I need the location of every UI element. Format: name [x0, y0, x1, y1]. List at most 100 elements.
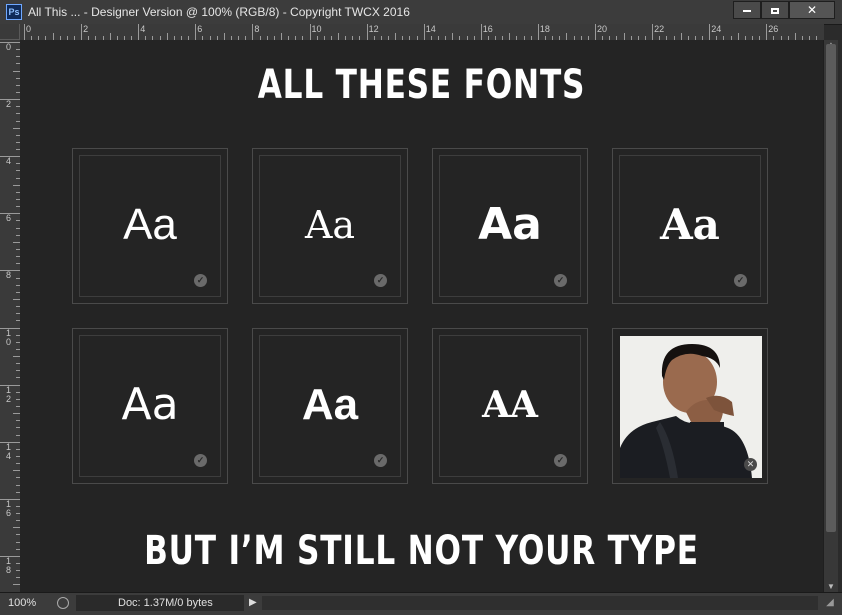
minimize-button[interactable]: [733, 1, 761, 19]
ruler-label: 10: [311, 24, 322, 34]
ruler-tick: [0, 555, 20, 557]
scroll-down-icon[interactable]: ▼: [824, 582, 838, 592]
font-card-3[interactable]: Aa ✓: [432, 148, 588, 304]
check-icon: ✓: [734, 274, 747, 287]
ruler-tick: [109, 33, 111, 40]
ruler-tick: [13, 241, 20, 243]
maximize-button[interactable]: [761, 1, 789, 19]
ruler-tick: [13, 584, 20, 586]
resize-grip-icon[interactable]: ◢: [823, 596, 837, 610]
check-icon: ✓: [554, 274, 567, 287]
ruler-label: 14: [425, 24, 436, 34]
ruler-tick: [309, 24, 311, 40]
ruler-tick: [623, 33, 625, 40]
ruler-tick: [280, 33, 282, 40]
ruler-tick: [252, 24, 254, 40]
vertical-scrollbar[interactable]: ▲ ▼: [823, 40, 838, 592]
ruler-label: 2: [83, 24, 89, 34]
ruler-label: 1 4: [6, 441, 12, 461]
close-icon[interactable]: ✕: [744, 458, 757, 471]
vertical-ruler[interactable]: 0 2 4 6 8 1 0 1 2 1 4 1 6 1 8: [0, 40, 21, 592]
horizontal-scrollbar[interactable]: [262, 596, 818, 610]
ruler-tick: [737, 33, 739, 40]
status-menu-arrow-icon[interactable]: ▶: [249, 596, 259, 610]
ruler-tick: [652, 24, 654, 40]
photo-card[interactable]: ✕: [612, 328, 768, 484]
ruler-label: 8: [254, 24, 260, 34]
check-icon: ✓: [194, 274, 207, 287]
ruler-label: 24: [711, 24, 722, 34]
ruler-tick: [366, 24, 368, 40]
ruler-tick: [13, 527, 20, 529]
ruler-tick: [0, 327, 20, 329]
ruler-origin[interactable]: [0, 24, 20, 40]
ruler-label: 0: [6, 42, 12, 52]
font-card-1[interactable]: Aa ✓: [72, 148, 228, 304]
scrollbar-thumb[interactable]: [826, 44, 836, 532]
ruler-tick: [0, 270, 20, 272]
font-card-5[interactable]: Aa ✓: [72, 328, 228, 484]
font-sample: Aa: [660, 200, 720, 249]
window-title: All This ... - Designer Version @ 100% (…: [28, 5, 410, 19]
ruler-tick: [709, 24, 711, 40]
font-sample: AA: [482, 384, 538, 426]
ruler-tick: [0, 384, 20, 386]
ruler-tick: [13, 298, 20, 300]
ruler-tick: [680, 33, 682, 40]
ruler-tick: [0, 441, 20, 443]
font-sample: Aa: [123, 200, 177, 249]
font-card-7[interactable]: AA ✓: [432, 328, 588, 484]
ruler-tick: [480, 24, 482, 40]
ruler-label: 18: [539, 24, 550, 34]
check-icon: ✓: [374, 274, 387, 287]
man-covering-mouth-photo: [620, 336, 762, 478]
ruler-label: 4: [140, 24, 146, 34]
minimize-icon: [743, 9, 751, 12]
man-portrait-image: [620, 336, 762, 478]
close-icon: ✕: [806, 3, 818, 17]
check-icon: ✓: [374, 454, 387, 467]
close-button[interactable]: ✕: [789, 1, 835, 19]
font-sample: Aa: [121, 379, 179, 430]
ruler-label: 6: [6, 213, 12, 224]
ruler-label: 1 8: [6, 555, 12, 575]
document-info: Doc: 1.37M/0 bytes: [76, 595, 244, 611]
ruler-label: 1 6: [6, 498, 12, 518]
ruler-tick: [13, 184, 20, 186]
font-card-2[interactable]: Aa ✓: [252, 148, 408, 304]
ruler-tick: [0, 42, 20, 43]
check-icon: ✓: [194, 454, 207, 467]
ruler-label: 2: [6, 99, 12, 110]
zoom-level[interactable]: 100%: [2, 595, 52, 611]
ruler-tick: [0, 498, 20, 500]
heading-top: ALL THESE FONTS: [257, 62, 586, 108]
ruler-tick: [794, 33, 796, 40]
ruler-tick: [13, 356, 20, 358]
ruler-label: 16: [482, 24, 493, 34]
ruler-tick: [223, 33, 225, 40]
status-info-icon[interactable]: [57, 597, 69, 609]
ruler-label: 20: [597, 24, 608, 34]
font-card-6[interactable]: Aa ✓: [252, 328, 408, 484]
title-bar: Ps All This ... - Designer Version @ 100…: [0, 0, 842, 25]
ruler-label: 1 2: [6, 384, 12, 404]
document-canvas[interactable]: ALL THESE FONTS Aa ✓ Aa ✓ Aa ✓ Aa ✓ Aa ✓…: [20, 40, 823, 592]
ruler-label: 8: [6, 270, 12, 281]
font-card-4[interactable]: Aa ✓: [612, 148, 768, 304]
ruler-tick: [195, 24, 197, 40]
font-sample: Aa: [301, 380, 359, 429]
ruler-label: 6: [197, 24, 203, 34]
ruler-tick: [537, 24, 539, 40]
ruler-tick: [13, 70, 20, 72]
ruler-tick: [766, 24, 768, 40]
ruler-tick: [509, 33, 511, 40]
horizontal-ruler[interactable]: 0 2 4 6 8 10 12 14 16 18 20 22 24 26: [20, 24, 824, 41]
ruler-tick: [24, 24, 25, 40]
ruler-label: 1 0: [6, 327, 12, 347]
ruler-label: 0: [26, 24, 32, 34]
ruler-tick: [338, 33, 340, 40]
maximize-icon: [771, 7, 779, 14]
ruler-tick: [0, 156, 20, 158]
ruler-tick: [566, 33, 568, 40]
font-sample: Aa: [478, 199, 542, 250]
